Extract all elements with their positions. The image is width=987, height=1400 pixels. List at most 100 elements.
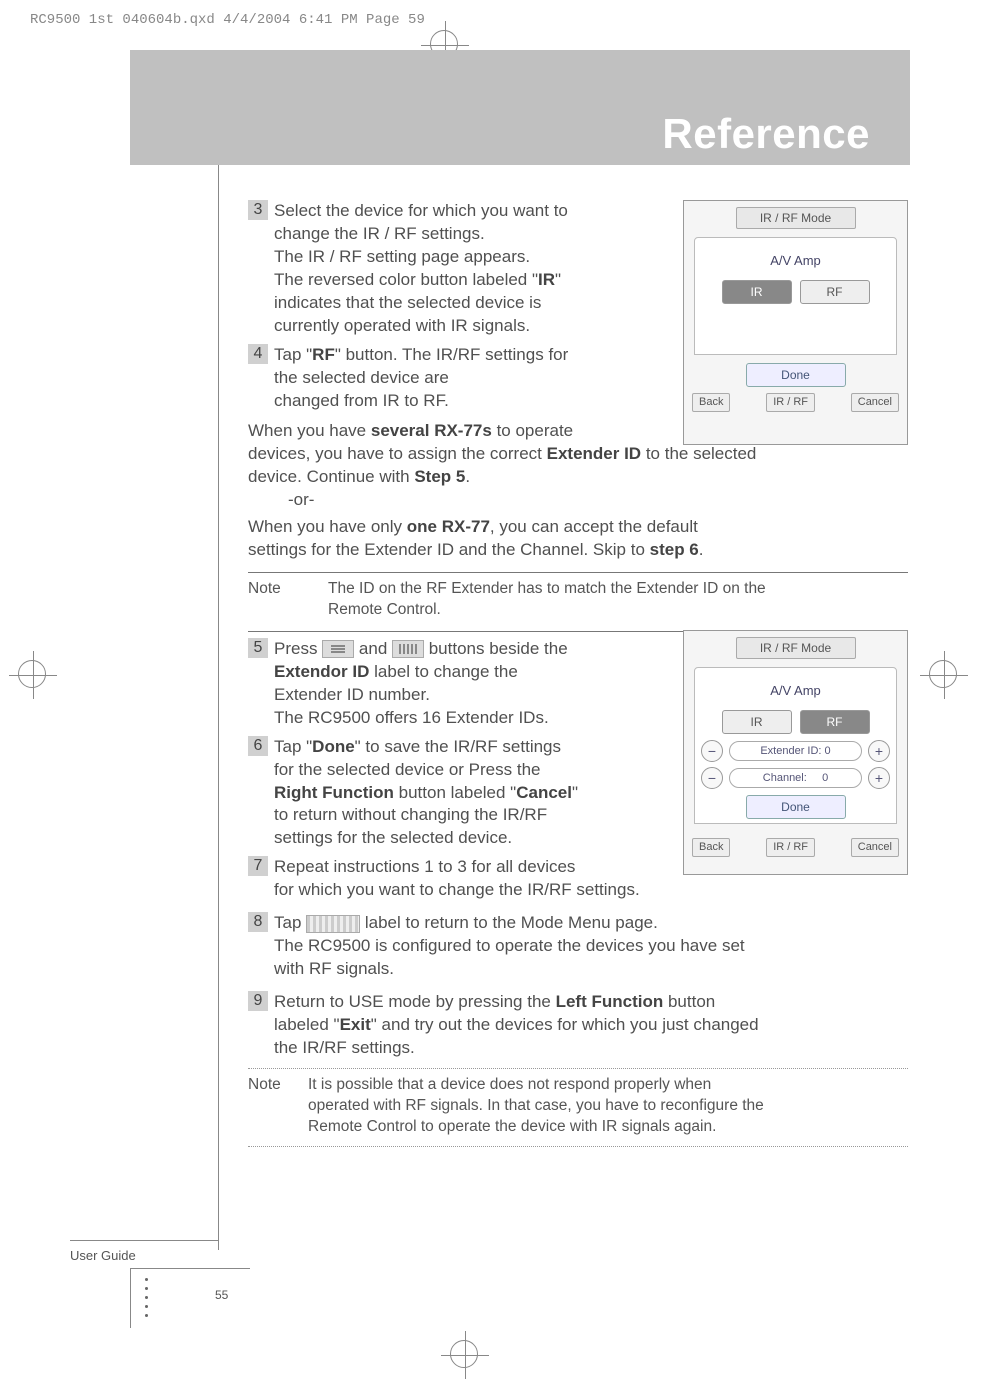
note-text: It is possible that a device does not re… [308, 1076, 711, 1093]
done-button[interactable]: Done [746, 363, 846, 387]
step-3: 3 Select the device for which you want t… [248, 200, 668, 338]
minus-button[interactable]: − [701, 767, 723, 789]
step-text: changed from IR to RF. [274, 391, 449, 410]
back-softkey[interactable]: Back [692, 393, 730, 412]
ir-rf-screenshot-2: IR / RF Mode A/V Amp IR RF − Extender ID… [683, 630, 908, 875]
irrf-softkey[interactable]: IR / RF [766, 838, 815, 857]
ir-label: IR [538, 270, 555, 289]
step-text: Select the device for which you want to [274, 201, 568, 220]
step-number: 3 [248, 200, 268, 220]
step-text: currently operated with IR signals. [274, 316, 530, 335]
paragraph-text: device. Continue with [248, 467, 414, 486]
note-1: Note The ID on the RF Extender has to ma… [248, 579, 908, 621]
step-text: the IR/RF settings. [274, 1038, 415, 1057]
divider [248, 1068, 908, 1069]
device-name-label: A/V Amp [701, 252, 890, 270]
page-title: Reference [662, 110, 870, 158]
step-text: buttons beside the [424, 639, 568, 658]
vertical-rule [218, 165, 219, 1250]
page-number: 55 [215, 1288, 228, 1302]
plus-button[interactable]: + [868, 740, 890, 762]
step-text: Press [274, 639, 322, 658]
header-banner: Reference [130, 50, 910, 165]
step-text: the selected device are [274, 368, 449, 387]
ir-button[interactable]: IR [722, 710, 792, 734]
rf-button[interactable]: RF [800, 710, 870, 734]
paragraph-text: settings for the Extender ID and the Cha… [248, 540, 650, 559]
minus-icon [322, 640, 354, 658]
paragraph-text: to the selected [641, 444, 756, 463]
bold-text: Step 5 [414, 467, 465, 486]
step-text: with RF signals. [274, 959, 394, 978]
step-text: Extender ID number. [274, 685, 430, 704]
step-8: 8 Tap label to return to the Mode Menu p… [248, 912, 908, 981]
step-text: " button. The IR/RF settings for [335, 345, 568, 364]
step-number: 7 [248, 856, 268, 876]
rf-button[interactable]: RF [800, 280, 870, 304]
mode-tab-icon [306, 915, 360, 933]
step-text: Tap " [274, 345, 312, 364]
step-5: 5 Press and buttons beside the Extendor … [248, 638, 668, 730]
note-text: operated with RF signals. In that case, … [308, 1097, 764, 1114]
step-text: label to change the [369, 662, 517, 681]
step-text: Repeat instructions 1 to 3 for all devic… [274, 857, 575, 876]
plus-icon [392, 640, 424, 658]
bold-text: Exit [340, 1015, 371, 1034]
cancel-softkey[interactable]: Cancel [851, 393, 899, 412]
step-text: for which you want to change the IR/RF s… [274, 880, 640, 899]
back-softkey[interactable]: Back [692, 838, 730, 857]
paragraph-text: . [699, 540, 704, 559]
step-number: 4 [248, 344, 268, 364]
step-number: 9 [248, 991, 268, 1011]
step-6: 6 Tap "Done" to save the IR/RF settings … [248, 736, 668, 851]
step-text: change the IR / RF settings. [274, 224, 485, 243]
done-button[interactable]: Done [746, 795, 846, 819]
bold-text: several RX-77s [371, 421, 492, 440]
step-text: settings for the selected device. [274, 828, 512, 847]
step-text: to return without changing the IR/RF [274, 805, 547, 824]
step-text: indicates that the selected device is [274, 293, 541, 312]
note-label: Note [248, 1075, 308, 1138]
step-text: and [354, 639, 392, 658]
bold-text: one RX-77 [407, 517, 490, 536]
step-4: 4 Tap "RF" button. The IR/RF settings fo… [248, 344, 668, 413]
rf-label: RF [312, 345, 335, 364]
print-header: RC9500 1st 040604b.qxd 4/4/2004 6:41 PM … [30, 12, 425, 28]
paragraph-text: When you have only [248, 517, 407, 536]
step-text: labeled " [274, 1015, 340, 1034]
screen-panel: A/V Amp IR RF − Extender ID: 0 + − Chann… [694, 667, 897, 824]
user-guide-label: User Guide [70, 1248, 136, 1263]
paragraph-text: When you have [248, 421, 371, 440]
step-text: Return to USE mode by pressing the [274, 992, 556, 1011]
step-number: 6 [248, 736, 268, 756]
cancel-softkey[interactable]: Cancel [851, 838, 899, 857]
step-text: " and try out the devices for which you … [371, 1015, 759, 1034]
step-text: Tap " [274, 737, 312, 756]
irrf-softkey[interactable]: IR / RF [766, 393, 815, 412]
bold-text: Cancel [516, 783, 572, 802]
paragraph-text: , you can accept the default [490, 517, 698, 536]
note-text: Remote Control. [328, 601, 441, 618]
footer-dots-icon [145, 1278, 148, 1317]
step-text: for the selected device or Press the [274, 760, 540, 779]
device-name-label: A/V Amp [701, 682, 890, 700]
step-text: button [663, 992, 715, 1011]
plus-button[interactable]: + [868, 767, 890, 789]
step-text: label to return to the Mode Menu page. [360, 913, 658, 932]
minus-button[interactable]: − [701, 740, 723, 762]
screen-tab: IR / RF Mode [736, 637, 856, 659]
channel-field: Channel: 0 [729, 768, 862, 789]
step-text: " [555, 270, 561, 289]
step-text: button labeled " [394, 783, 516, 802]
paragraph-text: devices, you have to assign the correct [248, 444, 547, 463]
step-text: The reversed color button labeled " [274, 270, 538, 289]
extender-id-field: Extender ID: 0 [729, 741, 862, 762]
bold-text: Right Function [274, 783, 394, 802]
bold-text: Done [312, 737, 355, 756]
main-content: IR / RF Mode A/V Amp IR RF Done Back IR … [248, 200, 908, 1153]
note-label: Note [248, 579, 328, 621]
ir-button[interactable]: IR [722, 280, 792, 304]
step-text: The RC9500 is configured to operate the … [274, 936, 745, 955]
ir-rf-screenshot-1: IR / RF Mode A/V Amp IR RF Done Back IR … [683, 200, 908, 445]
step-text: Tap [274, 913, 306, 932]
